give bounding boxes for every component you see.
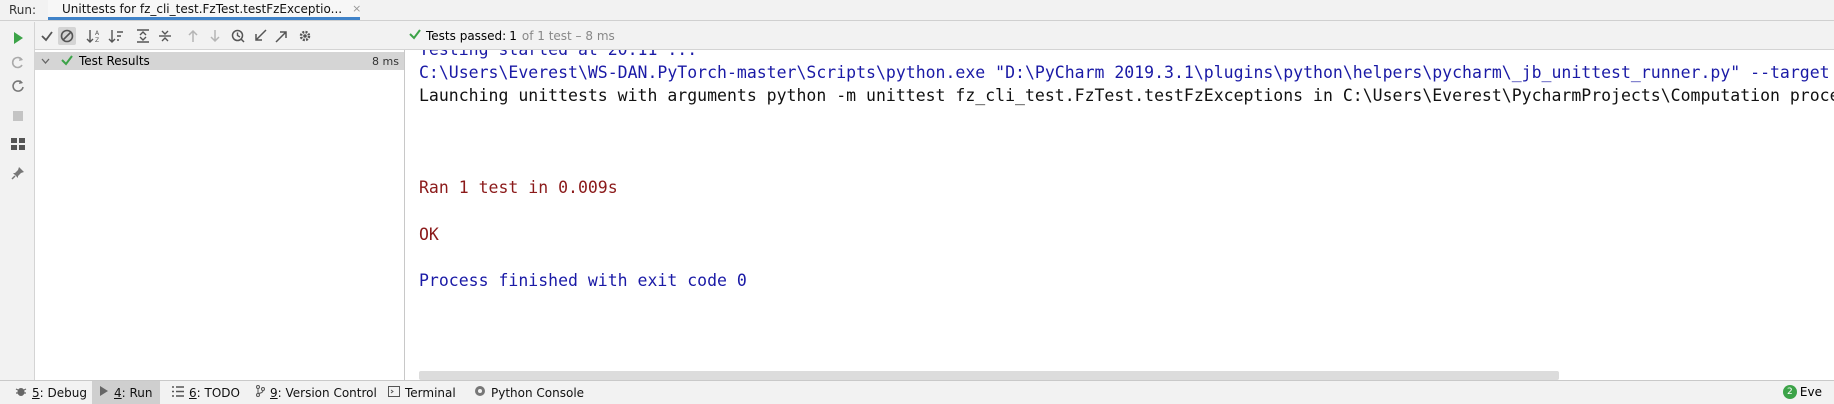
tests-passed-count: 1 [509,28,517,43]
run-tab-bar: Run: Unittests for fz_cli_test.FzTest.te… [0,0,1834,21]
test-tree-toolbar: AZ [35,22,405,50]
tool-tab-todo-label: : TODO [196,385,240,400]
rerun-failed-icon[interactable] [9,53,27,71]
tree-item-label: Test Results [79,54,150,68]
tool-tab-vcs-key: 9 [270,385,278,400]
previous-failed-test-icon[interactable] [184,27,202,45]
tool-tab-python-console-label: Python Console [491,385,585,400]
sort-by-duration-icon[interactable] [107,27,125,45]
run-config-tab-title: Unittests for fz_cli_test.FzTest.testFzE… [62,1,343,16]
tool-tab-todo[interactable]: 6: TODO [165,381,247,404]
close-icon[interactable]: × [352,2,361,15]
tool-tab-run-key: 4 [114,385,122,400]
tool-tab-terminal[interactable]: Terminal [381,381,463,404]
tool-tab-debug-key: 5 [32,385,40,400]
bug-icon [15,385,27,400]
console-line-command: C:\Users\Everest\WS-DAN.PyTorch-master\S… [419,63,1830,82]
python-console-icon [474,385,486,400]
terminal-icon [388,385,400,400]
branch-icon [255,385,265,400]
svg-text:Z: Z [95,37,99,43]
console-line-launching: Launching unittests with arguments pytho… [419,86,1834,105]
next-failed-test-icon[interactable] [206,27,224,45]
run-config-tab[interactable]: Unittests for fz_cli_test.FzTest.testFzE… [48,0,361,20]
console-line-ran: Ran 1 test in 0.009s [419,178,618,197]
import-tests-icon[interactable] [251,27,269,45]
show-ignored-icon[interactable] [58,27,76,45]
rerun-icon[interactable] [9,29,27,47]
console-line-exit-code: Process finished with exit code 0 [419,271,747,290]
tool-tab-debug-label: : Debug [39,385,87,400]
test-results-tree: Test Results 8 ms [35,50,405,380]
test-status-bar: Tests passed: 1 of 1 test – 8 ms [405,22,1834,50]
tool-tab-debug[interactable]: 5: Debug [8,381,94,404]
layout-icon[interactable] [9,135,27,153]
tests-passed-detail: of 1 test – 8 ms [521,28,615,43]
export-test-results-icon[interactable] [273,27,291,45]
play-icon [99,385,109,400]
tool-tab-python-console[interactable]: Python Console [467,381,591,404]
console-line-started: Testing started at 20:11 ... [419,50,697,59]
run-label: Run: [9,3,37,17]
pin-tab-icon[interactable] [9,164,27,182]
event-log-badge: 2 [1782,385,1797,399]
collapse-all-icon[interactable] [156,27,174,45]
show-passed-icon[interactable] [38,27,56,45]
status-check-icon [409,28,421,43]
tool-tab-run[interactable]: 4: Run [92,381,160,404]
test-history-icon[interactable] [229,27,247,45]
tool-tab-run-label: : Run [121,385,153,400]
horizontal-scrollbar[interactable] [419,371,1559,380]
tree-item-duration: 8 ms [372,54,399,68]
test-passed-check-icon [61,54,75,69]
console-line-ok: OK [419,225,439,244]
tool-tab-vcs-label: : Version Control [277,385,377,400]
chevron-down-icon[interactable] [41,56,53,67]
tests-passed-label: Tests passed: [426,28,507,43]
tool-tab-todo-key: 6 [189,385,197,400]
tool-window-bar: 5: Debug 4: Run 6: TODO 9: Version Contr… [0,380,1834,404]
expand-all-icon[interactable] [134,27,152,45]
run-side-toolbar [0,22,35,380]
event-log-label: Eve [1799,385,1822,399]
tree-item-test-results[interactable]: Test Results 8 ms [35,52,404,70]
tool-tab-version-control[interactable]: 9: Version Control [248,381,384,404]
settings-gear-icon[interactable] [296,27,314,45]
sort-alphabetically-icon[interactable]: AZ [85,27,103,45]
toggle-auto-test-icon[interactable] [9,77,27,95]
svg-text:A: A [95,30,100,37]
console-output[interactable]: Testing started at 20:11 ... C:\Users\Ev… [405,50,1834,380]
event-log-button[interactable]: 2 Eve [1782,385,1822,399]
tool-tab-terminal-label: Terminal [405,385,456,400]
todo-list-icon [172,385,184,400]
stop-icon[interactable] [9,107,27,125]
